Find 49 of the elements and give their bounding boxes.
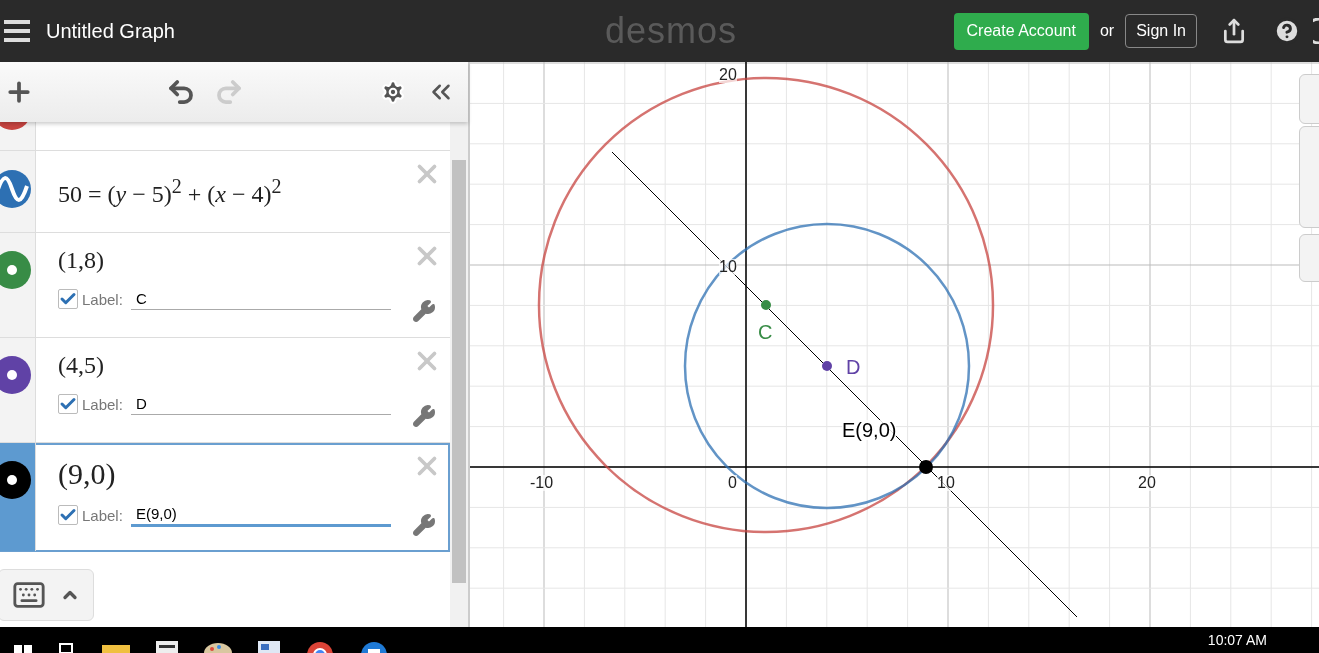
help-icon[interactable] bbox=[1273, 17, 1301, 45]
label-caption: Label: bbox=[82, 395, 123, 413]
point-marker[interactable] bbox=[919, 460, 933, 474]
settings-icon[interactable] bbox=[380, 79, 406, 105]
share-icon[interactable] bbox=[1221, 18, 1247, 44]
graph-title[interactable]: Untitled Graph bbox=[46, 19, 175, 43]
point-label: E(9,0) bbox=[842, 420, 897, 440]
windows-icon[interactable] bbox=[14, 643, 32, 653]
wrench-icon[interactable] bbox=[412, 299, 436, 323]
task-view-icon[interactable] bbox=[58, 641, 76, 653]
axis-tick-label: 10 bbox=[937, 475, 955, 491]
point-coordinates[interactable]: (4,5) bbox=[58, 352, 104, 379]
label-field[interactable]: E(9,0) bbox=[130, 503, 391, 527]
axis-tick-label: -10 bbox=[530, 475, 554, 491]
undo-icon[interactable] bbox=[166, 77, 196, 107]
browser-icon[interactable] bbox=[360, 641, 388, 653]
label-field[interactable]: C bbox=[130, 288, 391, 310]
axis-tick-label: 20 bbox=[1138, 475, 1156, 491]
palette-icon[interactable] bbox=[204, 641, 232, 653]
label-caption: Label: bbox=[82, 290, 123, 308]
label-checkbox[interactable] bbox=[58, 394, 78, 414]
browser-icon[interactable] bbox=[306, 641, 334, 653]
keyboard-button[interactable] bbox=[0, 569, 94, 621]
point-style-icon[interactable] bbox=[0, 356, 31, 394]
point-label: C bbox=[758, 322, 773, 342]
document-icon[interactable] bbox=[258, 641, 280, 653]
label-checkbox[interactable] bbox=[58, 505, 78, 525]
axis-tick-label: 0 bbox=[728, 475, 737, 491]
point-style-icon[interactable] bbox=[0, 461, 31, 499]
label-checkbox[interactable] bbox=[58, 289, 78, 309]
menu-icon[interactable] bbox=[4, 20, 32, 42]
axis-tick-label: 20 bbox=[719, 67, 737, 83]
point-coordinates[interactable]: (9,0) bbox=[58, 457, 116, 491]
point-marker[interactable] bbox=[761, 300, 771, 310]
clock: 10:07 AM bbox=[1207, 632, 1267, 648]
label-field[interactable]: D bbox=[130, 393, 391, 415]
wrench-icon[interactable] bbox=[412, 513, 436, 537]
point-marker[interactable] bbox=[822, 361, 832, 371]
axis-tick-label: 10 bbox=[719, 259, 737, 275]
sign-in-button[interactable]: Sign In bbox=[1125, 14, 1197, 48]
scrollbar[interactable] bbox=[450, 122, 468, 627]
or-text: or bbox=[1099, 22, 1115, 40]
wrench-icon[interactable] bbox=[412, 404, 436, 428]
calculator-icon[interactable] bbox=[156, 641, 178, 653]
label-caption: Label: bbox=[82, 506, 123, 524]
point-coordinates[interactable]: (1,8) bbox=[58, 247, 104, 274]
equation-text[interactable]: 50 = (y − 5)$^{2}$ + (x − 4)$^{2}$ bbox=[58, 175, 282, 208]
point-label: D bbox=[846, 357, 861, 377]
wave-icon[interactable] bbox=[0, 170, 31, 208]
